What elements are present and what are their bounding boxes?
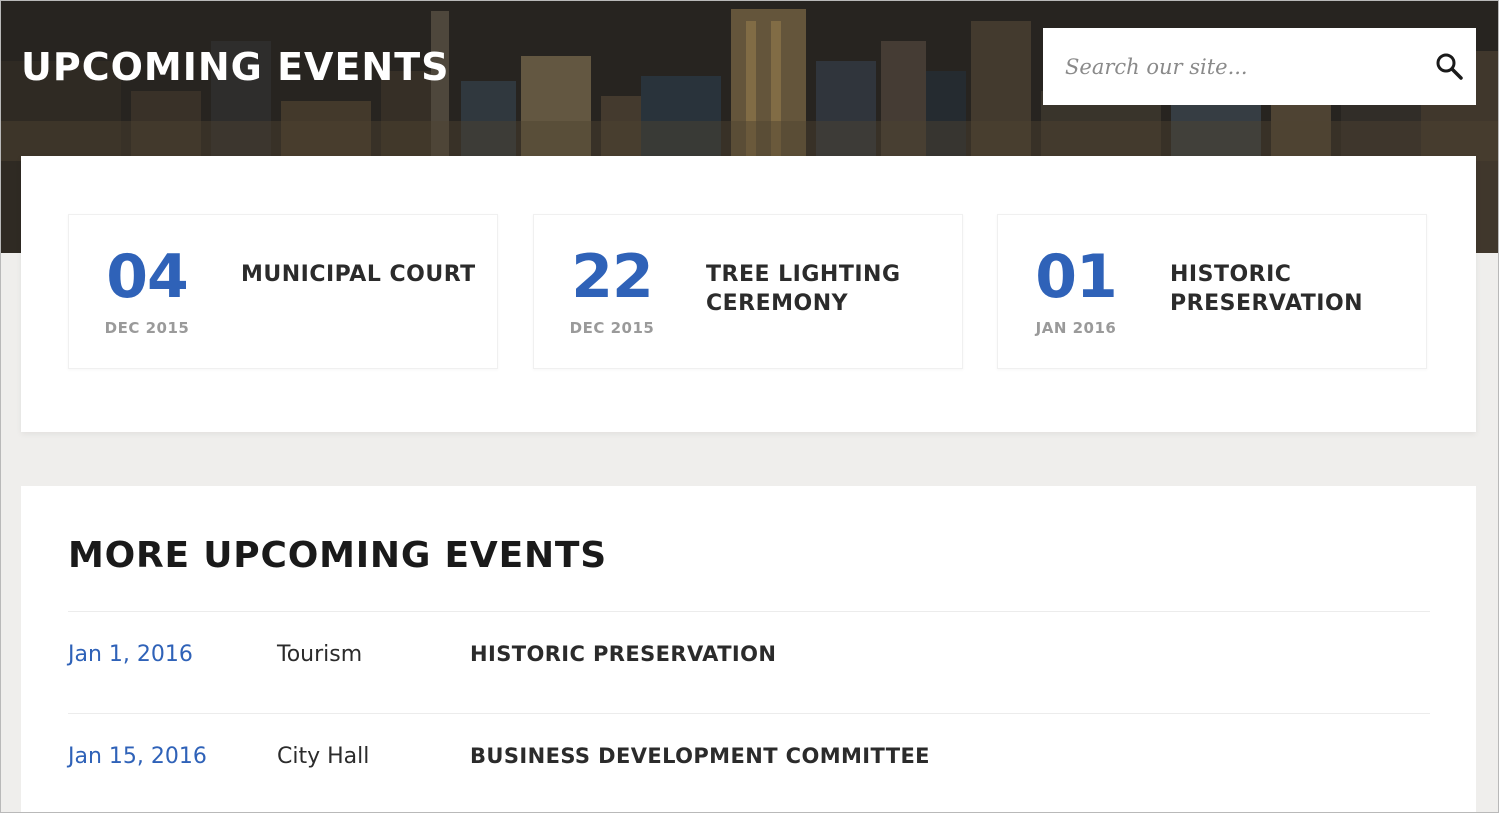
featured-event-card[interactable]: 04 DEC 2015 MUNICIPAL COURT bbox=[68, 214, 498, 369]
event-month: DEC 2015 bbox=[569, 319, 655, 337]
featured-events-panel: 04 DEC 2015 MUNICIPAL COURT 22 DEC 2015 … bbox=[21, 156, 1476, 432]
more-events-panel: MORE UPCOMING EVENTS Jan 1, 2016 Tourism… bbox=[21, 486, 1476, 812]
search-input[interactable] bbox=[1063, 46, 1407, 88]
event-name: MUNICIPAL COURT bbox=[241, 262, 476, 287]
section-title: MORE UPCOMING EVENTS bbox=[68, 535, 608, 576]
page-frame: UPCOMING EVENTS 04 DEC 2015 MUNICIPAL CO… bbox=[0, 0, 1499, 813]
event-category: City Hall bbox=[277, 744, 370, 769]
event-date-link[interactable]: Jan 15, 2016 bbox=[68, 744, 207, 769]
event-row[interactable]: Jan 1, 2016 Tourism HISTORIC PRESERVATIO… bbox=[68, 611, 1430, 712]
event-name: HISTORIC PRESERVATION bbox=[1170, 262, 1364, 316]
event-category: Tourism bbox=[277, 642, 363, 667]
featured-event-card[interactable]: 01 JAN 2016 HISTORIC PRESERVATION bbox=[997, 214, 1427, 369]
featured-event-card[interactable]: 22 DEC 2015 TREE LIGHTING CEREMONY bbox=[533, 214, 963, 369]
event-name: TREE LIGHTING CEREMONY bbox=[706, 262, 901, 316]
event-title-link[interactable]: HISTORIC PRESERVATION bbox=[470, 642, 776, 666]
event-title-link[interactable]: BUSINESS DEVELOPMENT COMMITTEE bbox=[470, 744, 930, 768]
event-day: 04 bbox=[106, 242, 189, 312]
event-day: 22 bbox=[571, 242, 654, 312]
event-day: 01 bbox=[1035, 242, 1118, 312]
search-box bbox=[1043, 28, 1476, 105]
search-icon[interactable] bbox=[1433, 50, 1465, 82]
event-row[interactable]: Jan 15, 2016 City Hall BUSINESS DEVELOPM… bbox=[68, 713, 1430, 812]
page-title: UPCOMING EVENTS bbox=[21, 45, 450, 89]
event-date-link[interactable]: Jan 1, 2016 bbox=[68, 642, 193, 667]
event-month: JAN 2016 bbox=[1035, 319, 1117, 337]
event-month: DEC 2015 bbox=[104, 319, 190, 337]
